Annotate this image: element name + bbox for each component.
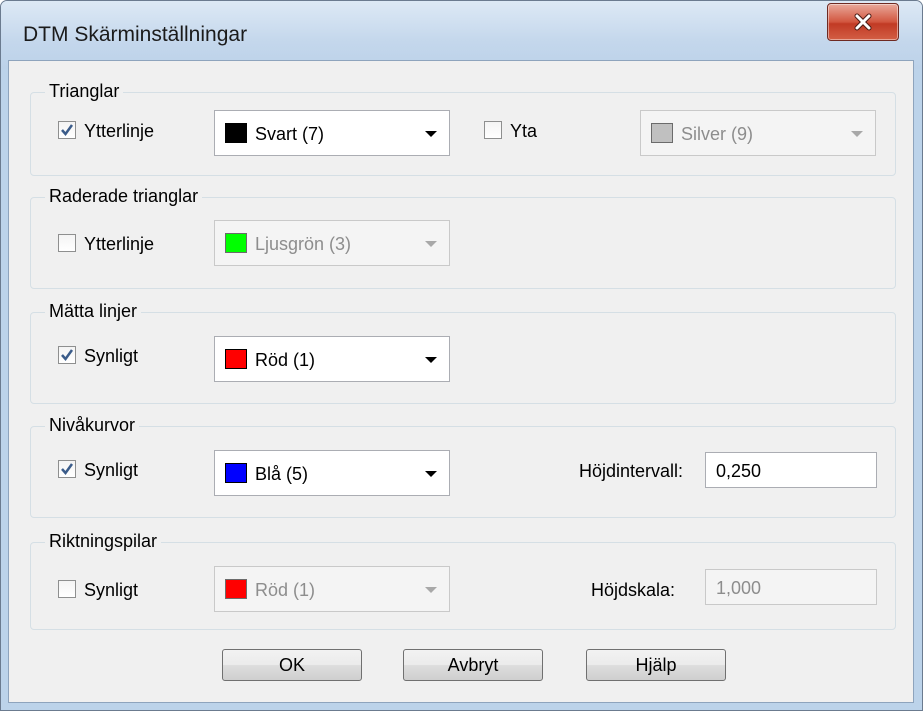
height-interval-input[interactable]: 0,250 [705, 452, 877, 488]
close-icon [854, 13, 872, 31]
color-swatch [651, 123, 673, 143]
selected-color-text: Blå (5) [255, 464, 309, 484]
trianglar-outline-checkbox[interactable] [58, 121, 76, 139]
height-scale-label: Höjdskala: [591, 580, 676, 600]
dropdown-arrow-icon [851, 131, 863, 137]
selected-color-text: Röd (1) [255, 580, 316, 600]
riktningspilar-visible-label: Synligt [84, 580, 139, 600]
raderade-outline-checkbox[interactable] [58, 234, 76, 252]
trianglar-fill-color-select[interactable]: Silver (9) [640, 110, 876, 156]
matta-visible-checkbox[interactable] [58, 346, 76, 364]
trianglar-outline-color-select[interactable]: Svart (7) [214, 110, 450, 156]
selected-color-text: Ljusgrön (3) [255, 234, 352, 254]
title-bar[interactable]: DTM Skärminställningar [1, 1, 922, 69]
group-matta-linjer: Mätta linjer [30, 300, 896, 404]
height-scale-input[interactable]: 1,000 [705, 569, 877, 605]
raderade-outline-color-select[interactable]: Ljusgrön (3) [214, 220, 450, 266]
group-title-riktningspilar: Riktningspilar [45, 530, 162, 552]
trianglar-fill-label: Yta [510, 121, 538, 141]
height-interval-label: Höjdintervall: [579, 461, 684, 481]
window-title: DTM Skärminställningar [23, 23, 248, 46]
checkmark-icon [61, 124, 74, 137]
matta-visible-label: Synligt [84, 346, 139, 366]
raderade-outline-label: Ytterlinje [84, 234, 155, 254]
nivakurvor-color-select[interactable]: Blå (5) [214, 450, 450, 496]
nivakurvor-visible-checkbox[interactable] [58, 460, 76, 478]
dropdown-arrow-icon [425, 471, 437, 477]
riktningspilar-color-select[interactable]: Röd (1) [214, 566, 450, 612]
selected-color-text: Svart (7) [255, 124, 325, 144]
color-swatch [225, 123, 247, 143]
selected-color-text: Röd (1) [255, 350, 316, 370]
color-swatch [225, 233, 247, 253]
checkmark-icon [61, 349, 74, 362]
dropdown-arrow-icon [425, 131, 437, 137]
help-button[interactable]: Hjälp [586, 649, 726, 681]
group-title-nivakurvor: Nivåkurvor [45, 414, 140, 436]
color-swatch [225, 579, 247, 599]
trianglar-fill-checkbox[interactable] [484, 121, 502, 139]
selected-color-text: Silver (9) [681, 124, 754, 144]
group-title-raderade: Raderade trianglar [45, 185, 203, 207]
dropdown-arrow-icon [425, 357, 437, 363]
nivakurvor-visible-label: Synligt [84, 460, 139, 480]
color-swatch [225, 463, 247, 483]
dropdown-arrow-icon [425, 587, 437, 593]
checkmark-icon [61, 463, 74, 476]
group-raderade-trianglar: Raderade trianglar [30, 185, 896, 289]
group-title-matta: Mätta linjer [45, 300, 142, 322]
close-button[interactable] [827, 3, 899, 41]
cancel-button[interactable]: Avbryt [403, 649, 543, 681]
riktningspilar-visible-checkbox[interactable] [58, 580, 76, 598]
dropdown-arrow-icon [425, 241, 437, 247]
matta-color-select[interactable]: Röd (1) [214, 336, 450, 382]
trianglar-outline-label: Ytterlinje [84, 121, 155, 141]
ok-button[interactable]: OK [222, 649, 362, 681]
group-title-trianglar: Trianglar [45, 80, 124, 102]
color-swatch [225, 349, 247, 369]
